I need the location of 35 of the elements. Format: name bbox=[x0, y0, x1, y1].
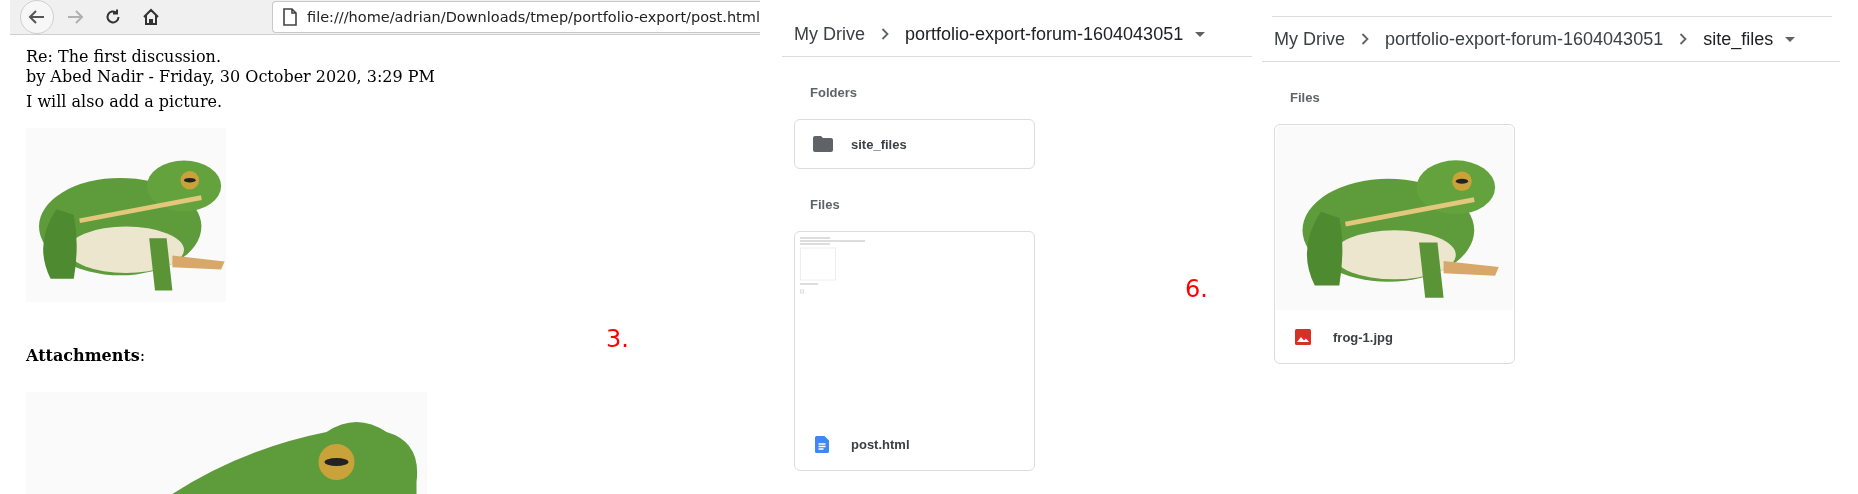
page-icon bbox=[283, 8, 297, 26]
post-message: I will also add a picture. bbox=[26, 92, 224, 112]
breadcrumb-link[interactable]: My Drive bbox=[790, 23, 869, 45]
folder-card[interactable]: site_files bbox=[794, 119, 1035, 169]
breadcrumb-link[interactable]: portfolio-export-forum-1604043051 bbox=[901, 23, 1188, 45]
file-name: site_files bbox=[851, 136, 907, 152]
section-heading: Files bbox=[1290, 90, 1321, 106]
step-number: 3. bbox=[606, 325, 629, 353]
home-icon bbox=[142, 8, 160, 26]
image-icon bbox=[1295, 329, 1311, 345]
breadcrumb-link[interactable]: My Drive bbox=[1270, 28, 1349, 50]
address-bar[interactable]: file:///home/adrian/Downloads/tmep/portfolio-export/post.html bbox=[272, 1, 760, 33]
dropdown-caret-icon[interactable] bbox=[1195, 31, 1206, 37]
chevron-right-icon bbox=[881, 28, 889, 40]
step-number: 6. bbox=[1185, 275, 1208, 303]
breadcrumb-link[interactable]: site_files bbox=[1699, 28, 1778, 50]
forward-arrow-icon bbox=[66, 8, 84, 26]
file-card[interactable]: frog-1.jpg bbox=[1274, 124, 1515, 364]
back-arrow-icon bbox=[28, 8, 46, 26]
back-button[interactable] bbox=[20, 0, 54, 34]
file-name: frog-1.jpg bbox=[1333, 329, 1393, 345]
post-byline: by Abed Nadir - Friday, 30 October 2020, 3:29 PM bbox=[26, 67, 436, 87]
document-icon bbox=[815, 435, 829, 453]
reload-icon bbox=[104, 8, 122, 26]
breadcrumb-link[interactable]: portfolio-export-forum-1604043051 bbox=[1381, 28, 1668, 50]
attachments-heading: Attachments: bbox=[26, 346, 147, 366]
chevron-right-icon bbox=[1679, 33, 1688, 45]
section-heading: Files bbox=[810, 197, 841, 213]
section-heading: Folders bbox=[810, 85, 858, 101]
dropdown-caret-icon[interactable] bbox=[1785, 36, 1796, 42]
file-name: post.html bbox=[851, 436, 910, 452]
chevron-right-icon bbox=[1361, 33, 1369, 45]
folder-icon bbox=[813, 136, 833, 152]
file-card[interactable]: post.html bbox=[794, 231, 1035, 471]
post-subject: Re: The first discussion. bbox=[26, 47, 222, 67]
